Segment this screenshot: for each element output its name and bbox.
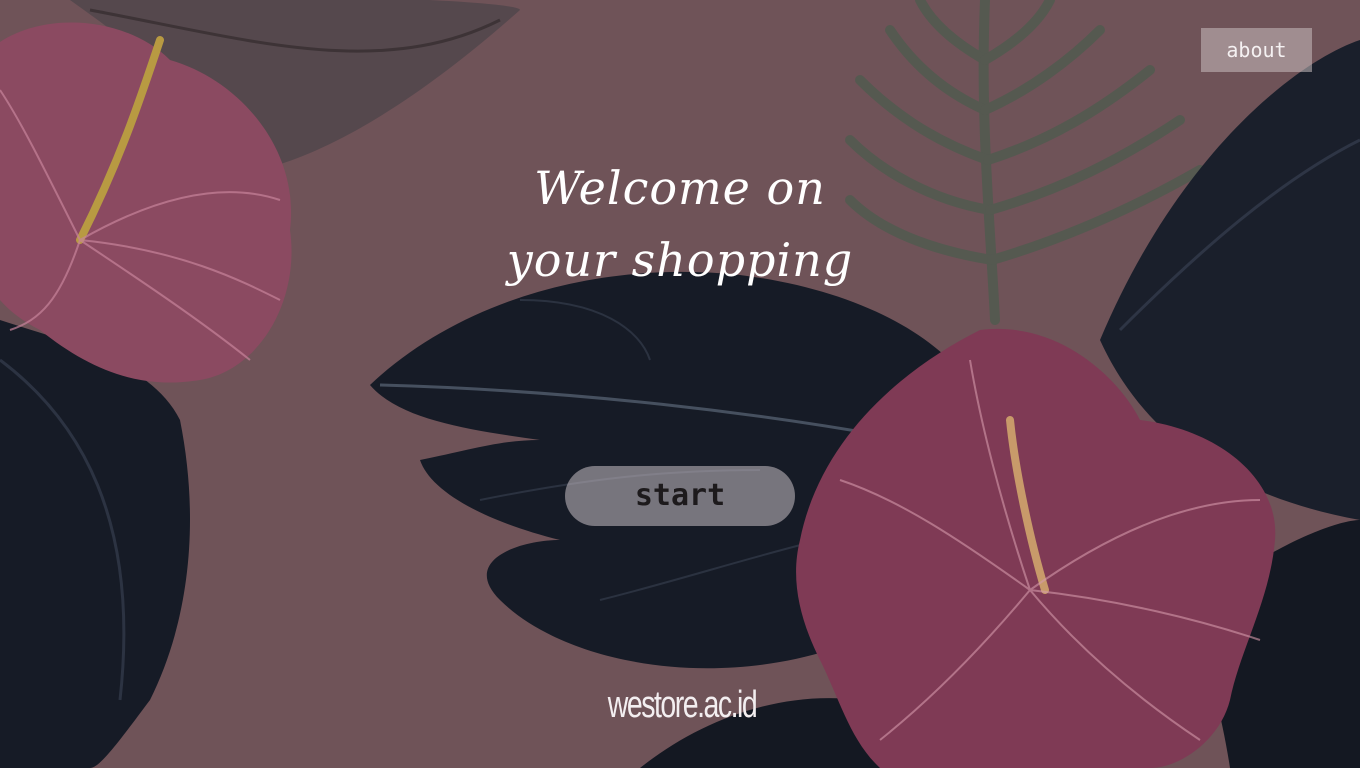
welcome-heading-line1: Welcome on xyxy=(534,161,826,215)
floral-background xyxy=(0,0,1360,768)
welcome-heading: Welcome on your shopping xyxy=(430,152,930,296)
about-button[interactable]: about xyxy=(1201,28,1312,72)
start-button[interactable]: start xyxy=(565,466,795,526)
site-domain: westore.ac.id xyxy=(607,684,758,726)
welcome-heading-line2: your shopping xyxy=(506,233,854,287)
